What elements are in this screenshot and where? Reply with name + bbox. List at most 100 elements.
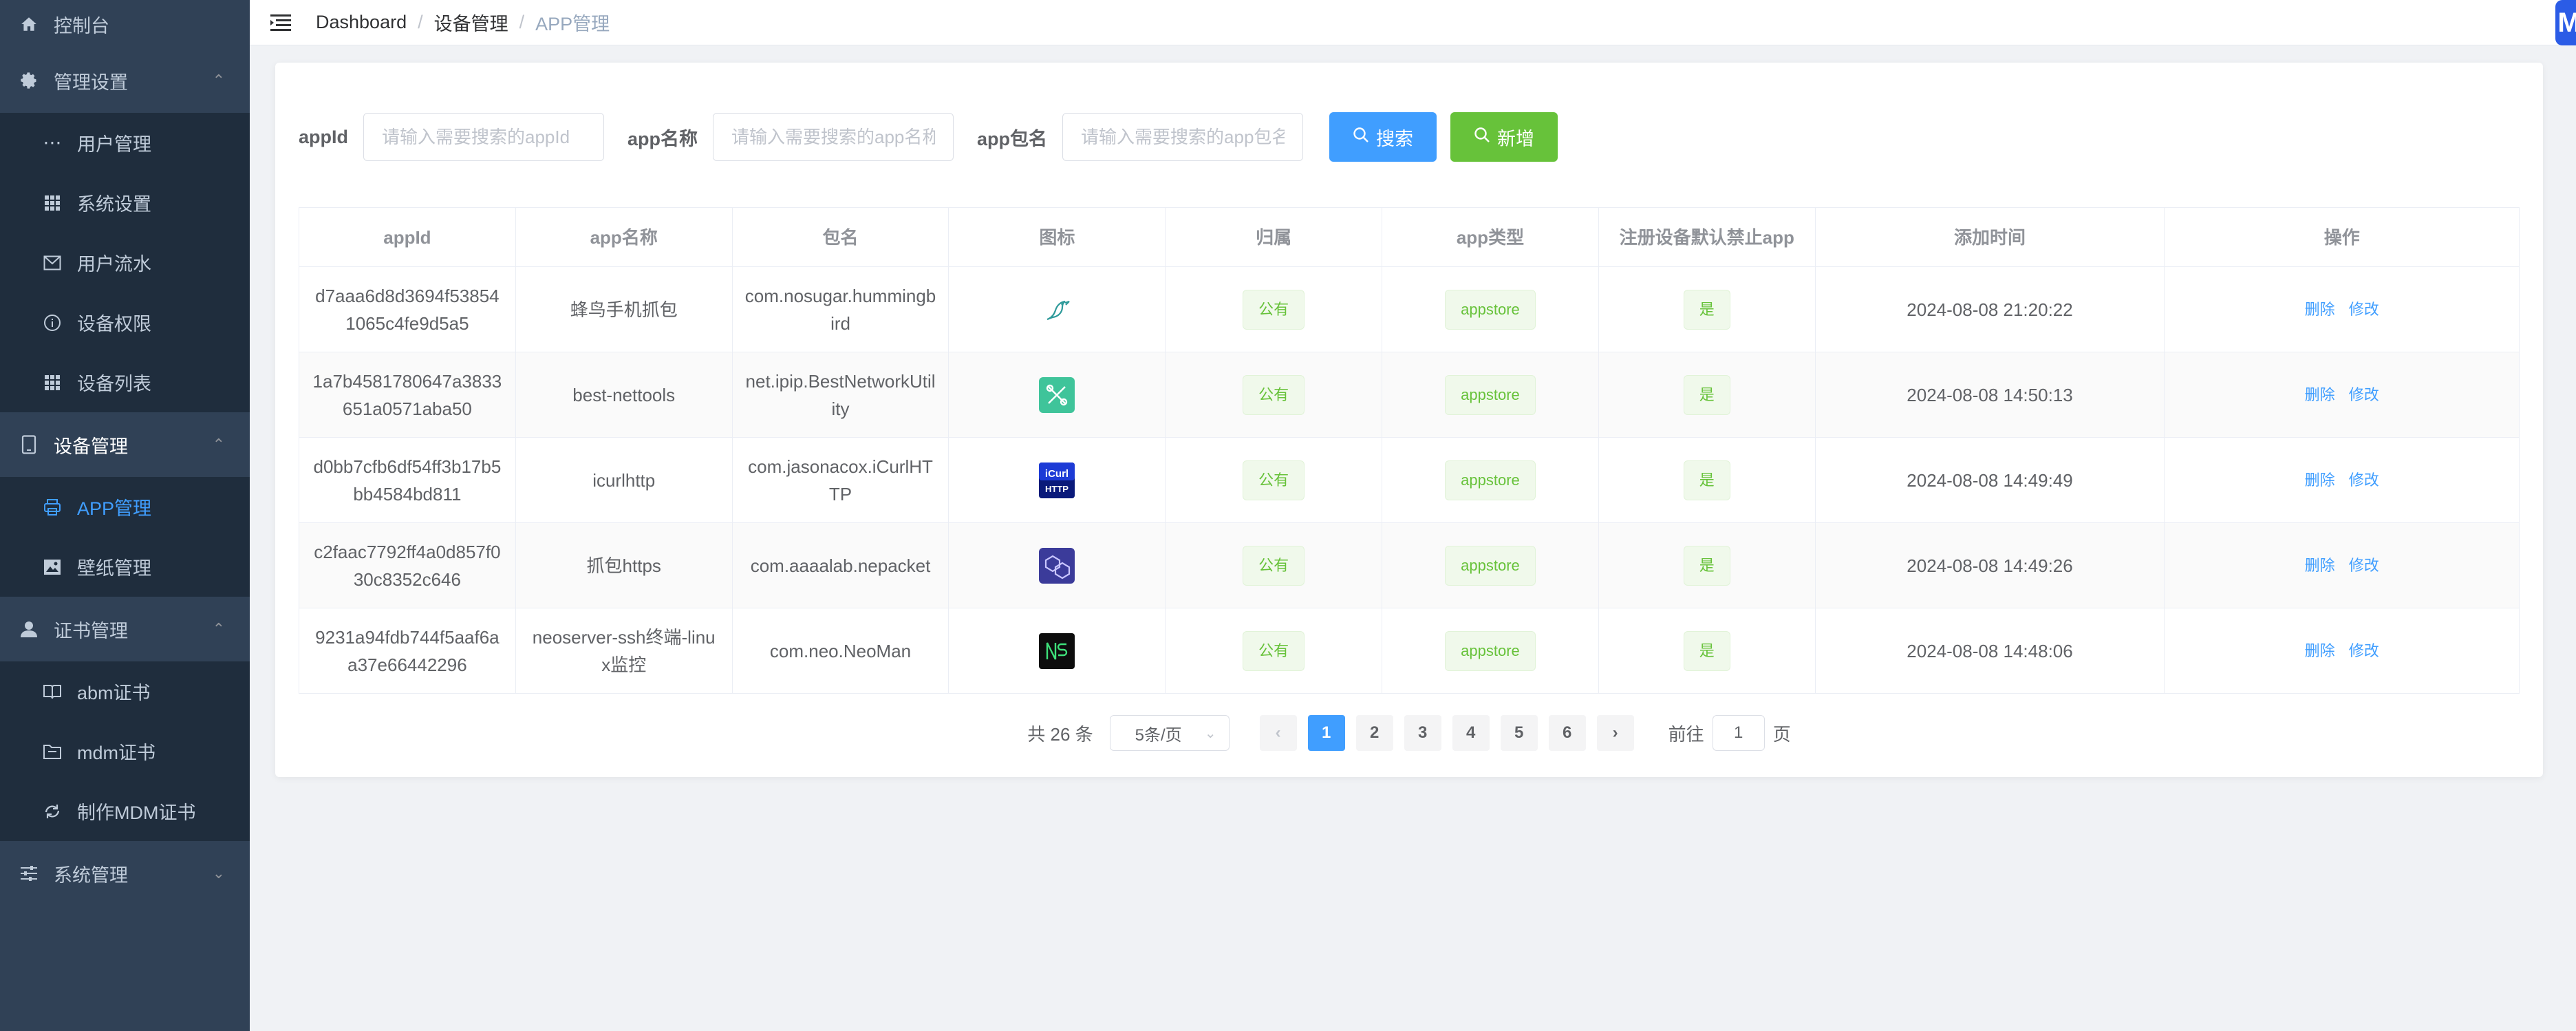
column-header: 归属: [1166, 208, 1383, 266]
neoserver-icon: [1039, 633, 1075, 669]
owner-tag: 公有: [1243, 460, 1305, 500]
forbid-tag: 是: [1683, 460, 1730, 500]
edit-link[interactable]: 修改: [2349, 296, 2379, 323]
appid-search-input[interactable]: [363, 113, 604, 161]
navbar: Dashboard / 设备管理 / APP管理 M: [250, 0, 2576, 45]
forbid-tag: 是: [1683, 289, 1730, 330]
app-table: appId app名称 包名 图标 归属 app类型 注册设备默认禁止app 添…: [299, 207, 2520, 694]
add-button[interactable]: 新增: [1450, 112, 1558, 162]
owner-tag: 公有: [1243, 289, 1305, 330]
sidebar-item-device-list[interactable]: 设备列表: [0, 352, 250, 412]
type-tag: appstore: [1445, 374, 1536, 415]
picture-icon: [43, 557, 62, 577]
column-header: app名称: [516, 208, 733, 266]
column-header: appId: [299, 208, 516, 266]
edit-link[interactable]: 修改: [2349, 637, 2379, 665]
nettools-icon: [1039, 376, 1075, 413]
breadcrumb-separator: /: [418, 12, 423, 32]
main-card: appId app名称 app包名 搜索 新增 appId app名称 包名 图…: [275, 63, 2543, 777]
sidebar-item-system-settings[interactable]: 系统设置: [0, 173, 250, 233]
column-header: app类型: [1382, 208, 1599, 266]
page-size-select[interactable]: 5条/页 ⌄: [1109, 715, 1230, 751]
chevron-left-icon: ‹: [1275, 723, 1281, 742]
corner-badge[interactable]: M: [2555, 0, 2576, 45]
page-button[interactable]: 1: [1307, 715, 1345, 751]
delete-link[interactable]: 删除: [2305, 637, 2335, 665]
owner-tag: 公有: [1243, 374, 1305, 415]
actions-cell: 删除 修改: [2165, 438, 2519, 522]
chevron-up-icon: ⌃: [212, 436, 225, 453]
page-button[interactable]: 2: [1355, 715, 1393, 751]
sidebar-item-label: APP管理: [77, 498, 152, 519]
edit-link[interactable]: 修改: [2349, 467, 2379, 494]
delete-link[interactable]: 删除: [2305, 296, 2335, 323]
search-button-label: 搜索: [1376, 128, 1414, 149]
search-icon: [1353, 127, 1369, 148]
next-page-button[interactable]: ›: [1596, 715, 1634, 751]
actions-cell: 删除 修改: [2165, 608, 2519, 693]
appid-cell: d0bb7cfb6df54ff3b17b5bb4584bd811: [299, 438, 516, 522]
page-button[interactable]: 4: [1452, 715, 1490, 751]
chevron-down-icon: ⌄: [212, 864, 225, 882]
edit-link[interactable]: 修改: [2349, 552, 2379, 580]
time-cell: 2024-08-08 21:20:22: [1816, 267, 2165, 352]
delete-link[interactable]: 删除: [2305, 381, 2335, 409]
breadcrumb-device-management[interactable]: 设备管理: [434, 9, 508, 36]
app-root: 控制台 管理设置 ⌃ ⋯ 用户管理 系统设置 用户流水 设备权限 设备列表 设备…: [0, 0, 2576, 1031]
icon-cell: [949, 352, 1166, 437]
delete-link[interactable]: 删除: [2305, 552, 2335, 580]
delete-link[interactable]: 删除: [2305, 467, 2335, 494]
sidebar-item-make-mdm-certificate[interactable]: 制作MDM证书: [0, 781, 250, 841]
grid-icon: [43, 193, 62, 213]
submenu-certificate-management: abm证书 mdm证书 制作MDM证书: [0, 661, 250, 841]
sidebar-group-label: 设备管理: [54, 436, 128, 457]
search-button[interactable]: 搜索: [1329, 112, 1437, 162]
chevron-up-icon: ⌃: [212, 72, 225, 89]
sliders-icon: [19, 864, 39, 883]
page-button[interactable]: 5: [1500, 715, 1538, 751]
forbid-tag: 是: [1683, 545, 1730, 586]
sidebar-group-system-management[interactable]: 系统管理 ⌄: [0, 841, 250, 906]
sidebar-group-admin-settings[interactable]: 管理设置 ⌃: [0, 48, 250, 113]
page-button[interactable]: 6: [1548, 715, 1586, 751]
add-button-label: 新增: [1497, 128, 1535, 149]
prev-page-button[interactable]: ‹: [1259, 715, 1297, 751]
sidebar-item-wallpaper-management[interactable]: 壁纸管理: [0, 537, 250, 597]
user-icon: [19, 619, 39, 639]
sidebar-item-app-management[interactable]: APP管理: [0, 477, 250, 537]
goto-suffix: 页: [1772, 723, 1791, 745]
sidebar-item-device-permission[interactable]: 设备权限: [0, 293, 250, 352]
goto-page-input[interactable]: [1712, 715, 1765, 751]
sidebar-group-certificate-management[interactable]: 证书管理 ⌃: [0, 597, 250, 661]
table-row: c2faac7792ff4a0d857f030c8352c646 抓包https…: [299, 523, 2519, 608]
breadcrumb-app-management: APP管理: [535, 14, 610, 34]
icurl-icon: iCurl HTTP: [1039, 462, 1075, 498]
package-cell: com.nosugar.hummingbird: [733, 267, 949, 352]
sidebar-group-device-management[interactable]: 设备管理 ⌃: [0, 412, 250, 477]
app-name-label: app名称: [627, 128, 698, 149]
time-cell: 2024-08-08 14:49:49: [1816, 438, 2165, 522]
package-cell: com.jasonacox.iCurlHTTP: [733, 438, 949, 522]
breadcrumb-dashboard[interactable]: Dashboard: [316, 12, 407, 33]
page-button[interactable]: 3: [1404, 715, 1441, 751]
sidebar-item-dashboard[interactable]: 控制台: [0, 0, 250, 48]
app-name-cell: neoserver-ssh终端-linux监控: [516, 608, 733, 693]
svg-text:HTTP: HTTP: [1045, 484, 1069, 494]
time-cell: 2024-08-08 14:48:06: [1816, 608, 2165, 693]
hamburger-icon[interactable]: [269, 11, 292, 34]
chevron-down-icon: ⌄: [1204, 725, 1216, 741]
submenu-admin-settings: ⋯ 用户管理 系统设置 用户流水 设备权限 设备列表: [0, 113, 250, 412]
app-name-search-input[interactable]: [713, 113, 954, 161]
breadcrumb-separator: /: [519, 12, 525, 32]
sidebar-item-user-management[interactable]: ⋯ 用户管理: [0, 113, 250, 173]
app-package-search-input[interactable]: [1062, 113, 1304, 161]
gear-icon: [19, 71, 39, 90]
pagination: 共 26 条 5条/页 ⌄ ‹ 1 2 3 4 5 6 › 前往 页: [275, 715, 2543, 751]
sidebar-item-abm-certificate[interactable]: abm证书: [0, 661, 250, 721]
book-icon: [43, 682, 62, 701]
time-cell: 2024-08-08 14:50:13: [1816, 352, 2165, 437]
table-row: d0bb7cfb6df54ff3b17b5bb4584bd811 icurlht…: [299, 438, 2519, 523]
sidebar-item-user-flow[interactable]: 用户流水: [0, 233, 250, 293]
edit-link[interactable]: 修改: [2349, 381, 2379, 409]
sidebar-item-mdm-certificate[interactable]: mdm证书: [0, 721, 250, 781]
